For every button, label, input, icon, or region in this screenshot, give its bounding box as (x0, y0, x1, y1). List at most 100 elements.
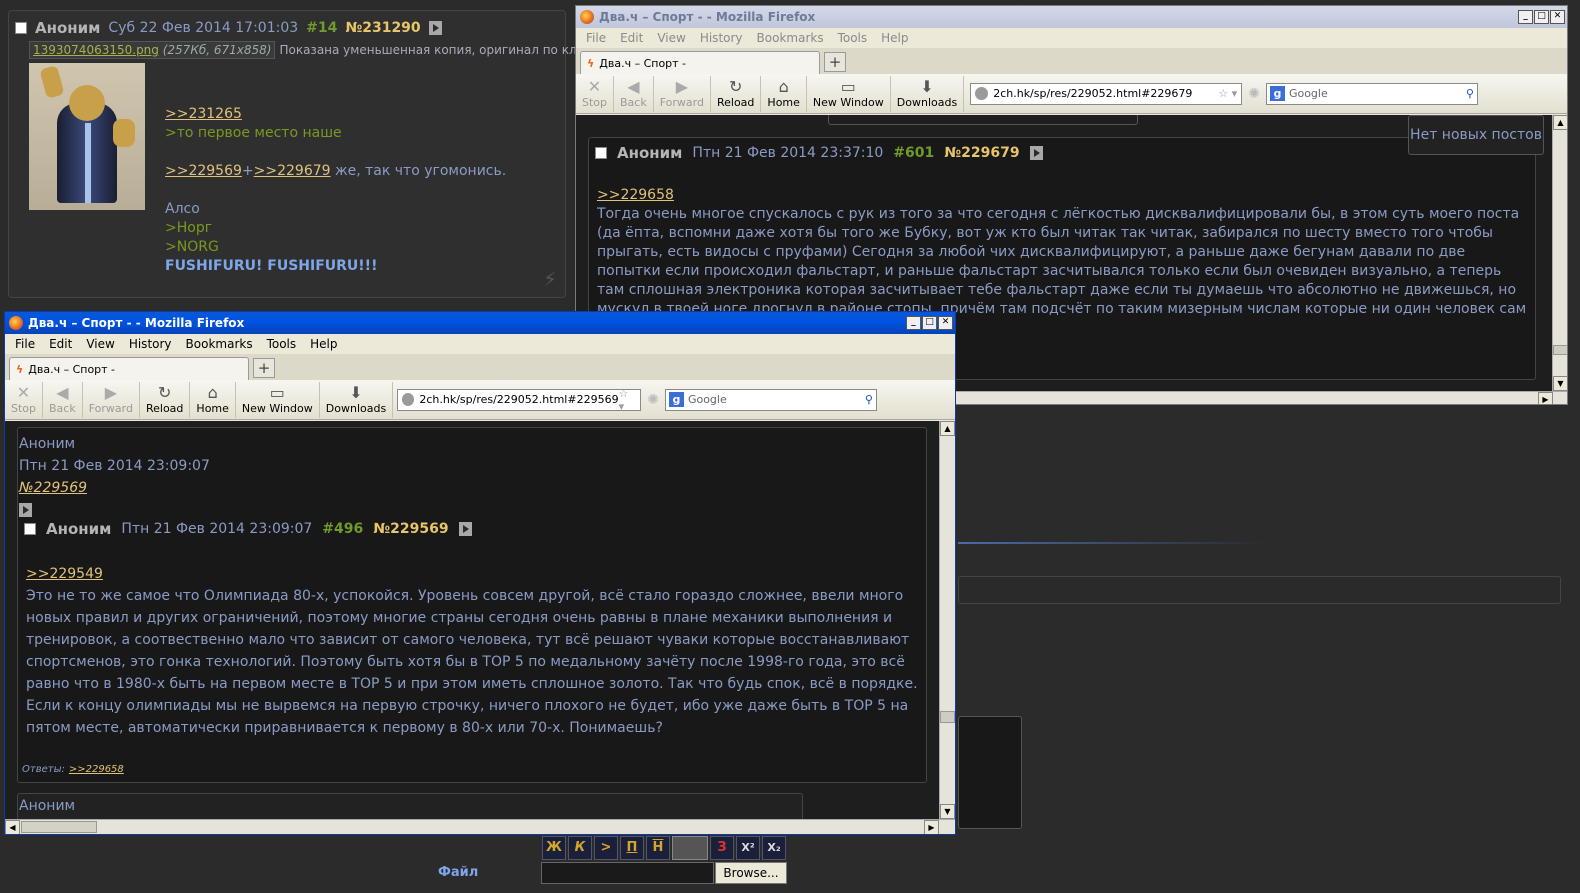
navigation-toolbar: ✕ Stop ◀ Back ▶ Forward ↻ Reload ⌂ Home ▭ New … (576, 74, 1567, 114)
scroll-up-arrow-icon[interactable]: ▲ (940, 421, 955, 436)
poster-name: Аноним (35, 19, 101, 37)
back-button[interactable]: ◀ Back (614, 75, 654, 112)
menu-history[interactable]: History (129, 337, 172, 351)
downloads-button[interactable]: ⬇ Downloads (320, 381, 394, 418)
vertical-scrollbar[interactable]: ▲ ▼ (1552, 115, 1567, 391)
search-placeholder: Google (687, 393, 727, 406)
forward-button[interactable]: ▶ Forward (83, 381, 140, 418)
subscript-button[interactable]: X₂ (762, 836, 786, 860)
subject-field[interactable] (958, 576, 1561, 604)
back-button[interactable]: ◀ Back (43, 381, 83, 418)
thumbnail-image[interactable] (29, 63, 145, 210)
forward-button[interactable]: ▶ Forward (654, 75, 711, 112)
menu-history[interactable]: History (700, 31, 743, 45)
search-box[interactable]: g Google ⚲ (1265, 82, 1478, 105)
comment-textarea[interactable] (958, 716, 1022, 829)
menu-view[interactable]: View (86, 337, 114, 351)
horizontal-scrollbar[interactable]: ◀ ▶ (5, 819, 955, 834)
menu-bookmarks[interactable]: Bookmarks (186, 337, 253, 351)
menu-edit[interactable]: Edit (620, 31, 643, 45)
reload-button[interactable]: ↻ Reload (140, 381, 191, 418)
menu-edit[interactable]: Edit (49, 337, 72, 351)
downloads-button[interactable]: ⬇ Downloads (891, 75, 965, 112)
reload-button[interactable]: ↻ Reload (711, 75, 762, 112)
preview-number-link[interactable]: №229569 (19, 477, 210, 499)
forward-arrow-icon: ▶ (104, 382, 118, 402)
scroll-up-arrow-icon[interactable]: ▲ (1553, 115, 1567, 130)
reply-link[interactable]: >>229569 (165, 163, 242, 179)
menu-help[interactable]: Help (310, 337, 337, 351)
strike-button[interactable]: З (710, 836, 734, 860)
post-number[interactable]: №229569 (373, 521, 448, 537)
new-window-button[interactable]: ▭ New Window (236, 381, 320, 418)
maximize-button[interactable]: □ (1534, 10, 1549, 24)
menu-help[interactable]: Help (881, 31, 908, 45)
post-checkbox[interactable] (595, 147, 607, 159)
menu-tools[interactable]: Tools (838, 31, 868, 45)
quote-button[interactable]: > (594, 836, 618, 860)
browser-tab[interactable]: ϟ Два.ч – Спорт - (580, 51, 820, 74)
window-titlebar[interactable]: Два.ч – Спорт - - Mozilla Firefox _ □ ✕ (5, 312, 955, 334)
menu-view[interactable]: View (657, 31, 685, 45)
new-tab-button[interactable]: + (253, 358, 275, 378)
window-title: Два.ч – Спорт - - Mozilla Firefox (599, 10, 816, 24)
menu-tools[interactable]: Tools (267, 337, 297, 351)
menu-bar: File Edit View History Bookmarks Tools H… (5, 334, 955, 354)
stop-button[interactable]: ✕ Stop (5, 381, 44, 418)
underline-button[interactable]: П (620, 836, 644, 860)
file-input[interactable] (541, 862, 714, 884)
search-box[interactable]: g Google ⚲ (664, 388, 877, 411)
menu-bookmarks[interactable]: Bookmarks (757, 31, 824, 45)
home-button[interactable]: ⌂ Home (190, 381, 236, 418)
overline-button[interactable]: Н (646, 836, 670, 860)
scroll-right-arrow-icon[interactable]: ▶ (924, 820, 939, 834)
search-icon[interactable]: ⚲ (865, 393, 873, 406)
post-checkbox[interactable] (24, 523, 36, 535)
italic-button[interactable]: К (568, 836, 592, 860)
stop-button[interactable]: ✕ Stop (576, 75, 615, 112)
reply-link[interactable]: >>229658 (597, 186, 1532, 205)
post-number[interactable]: №231290 (345, 20, 420, 36)
expand-icon[interactable] (19, 503, 32, 517)
tab-label: Два.ч – Спорт - (28, 362, 116, 376)
vertical-scrollbar[interactable]: ▲ ▼ (939, 421, 955, 819)
star-icon[interactable]: ☆ ▾ (1218, 87, 1237, 100)
browser-tab[interactable]: ϟ Два.ч – Спорт - (9, 357, 249, 380)
post-number[interactable]: №229679 (944, 145, 1019, 161)
bold-button[interactable]: Ж (542, 836, 566, 860)
reply-link[interactable]: >>229679 (254, 163, 331, 179)
window-titlebar[interactable]: Два.ч – Спорт - - Mozilla Firefox _ □ ✕ (576, 6, 1567, 28)
menu-file[interactable]: File (15, 337, 35, 351)
file-link[interactable]: 1393074063150.png (33, 43, 159, 57)
post-date: Птн 21 Фев 2014 23:37:10 (692, 145, 884, 161)
home-button[interactable]: ⌂ Home (761, 75, 807, 112)
expand-icon[interactable] (1029, 146, 1043, 160)
post-checkbox[interactable] (15, 22, 27, 34)
url-bar[interactable]: 2ch.hk/sp/res/229052.html#229569 ☆ ▾ (397, 387, 642, 413)
superscript-button[interactable]: X² (736, 836, 760, 860)
url-bar[interactable]: 2ch.hk/sp/res/229052.html#229679 ☆ ▾ (970, 82, 1243, 105)
search-icon[interactable]: ⚲ (1466, 87, 1474, 100)
new-tab-button[interactable]: + (824, 52, 846, 72)
scroll-down-arrow-icon[interactable]: ▼ (1553, 376, 1567, 391)
close-button[interactable]: ✕ (938, 316, 953, 330)
scroll-down-arrow-icon[interactable]: ▼ (940, 804, 955, 819)
scroll-right-arrow-icon[interactable]: ▶ (1538, 392, 1553, 404)
maximize-button[interactable]: □ (922, 316, 937, 330)
scroll-left-arrow-icon[interactable]: ◀ (5, 820, 20, 834)
minimize-button[interactable]: _ (1518, 10, 1533, 24)
close-button[interactable]: ✕ (1550, 10, 1565, 24)
reply-link[interactable]: >>229549 (26, 563, 918, 585)
new-window-button[interactable]: ▭ New Window (807, 75, 891, 112)
spoiler-button[interactable] (672, 836, 708, 860)
answer-link[interactable]: >>229658 (69, 764, 124, 775)
answers-label: Ответы: (22, 764, 65, 775)
expand-icon[interactable] (428, 21, 442, 35)
expand-icon[interactable] (458, 522, 472, 536)
navigation-toolbar: ✕ Stop ◀ Back ▶ Forward ↻ Reload ⌂ Home ▭ New … (5, 380, 955, 420)
minimize-button[interactable]: _ (906, 316, 921, 330)
reply-link[interactable]: >>231265 (165, 105, 506, 124)
star-icon[interactable]: ☆ ▾ (619, 387, 637, 413)
browse-button[interactable]: Browse... (715, 862, 787, 884)
menu-file[interactable]: File (586, 31, 606, 45)
